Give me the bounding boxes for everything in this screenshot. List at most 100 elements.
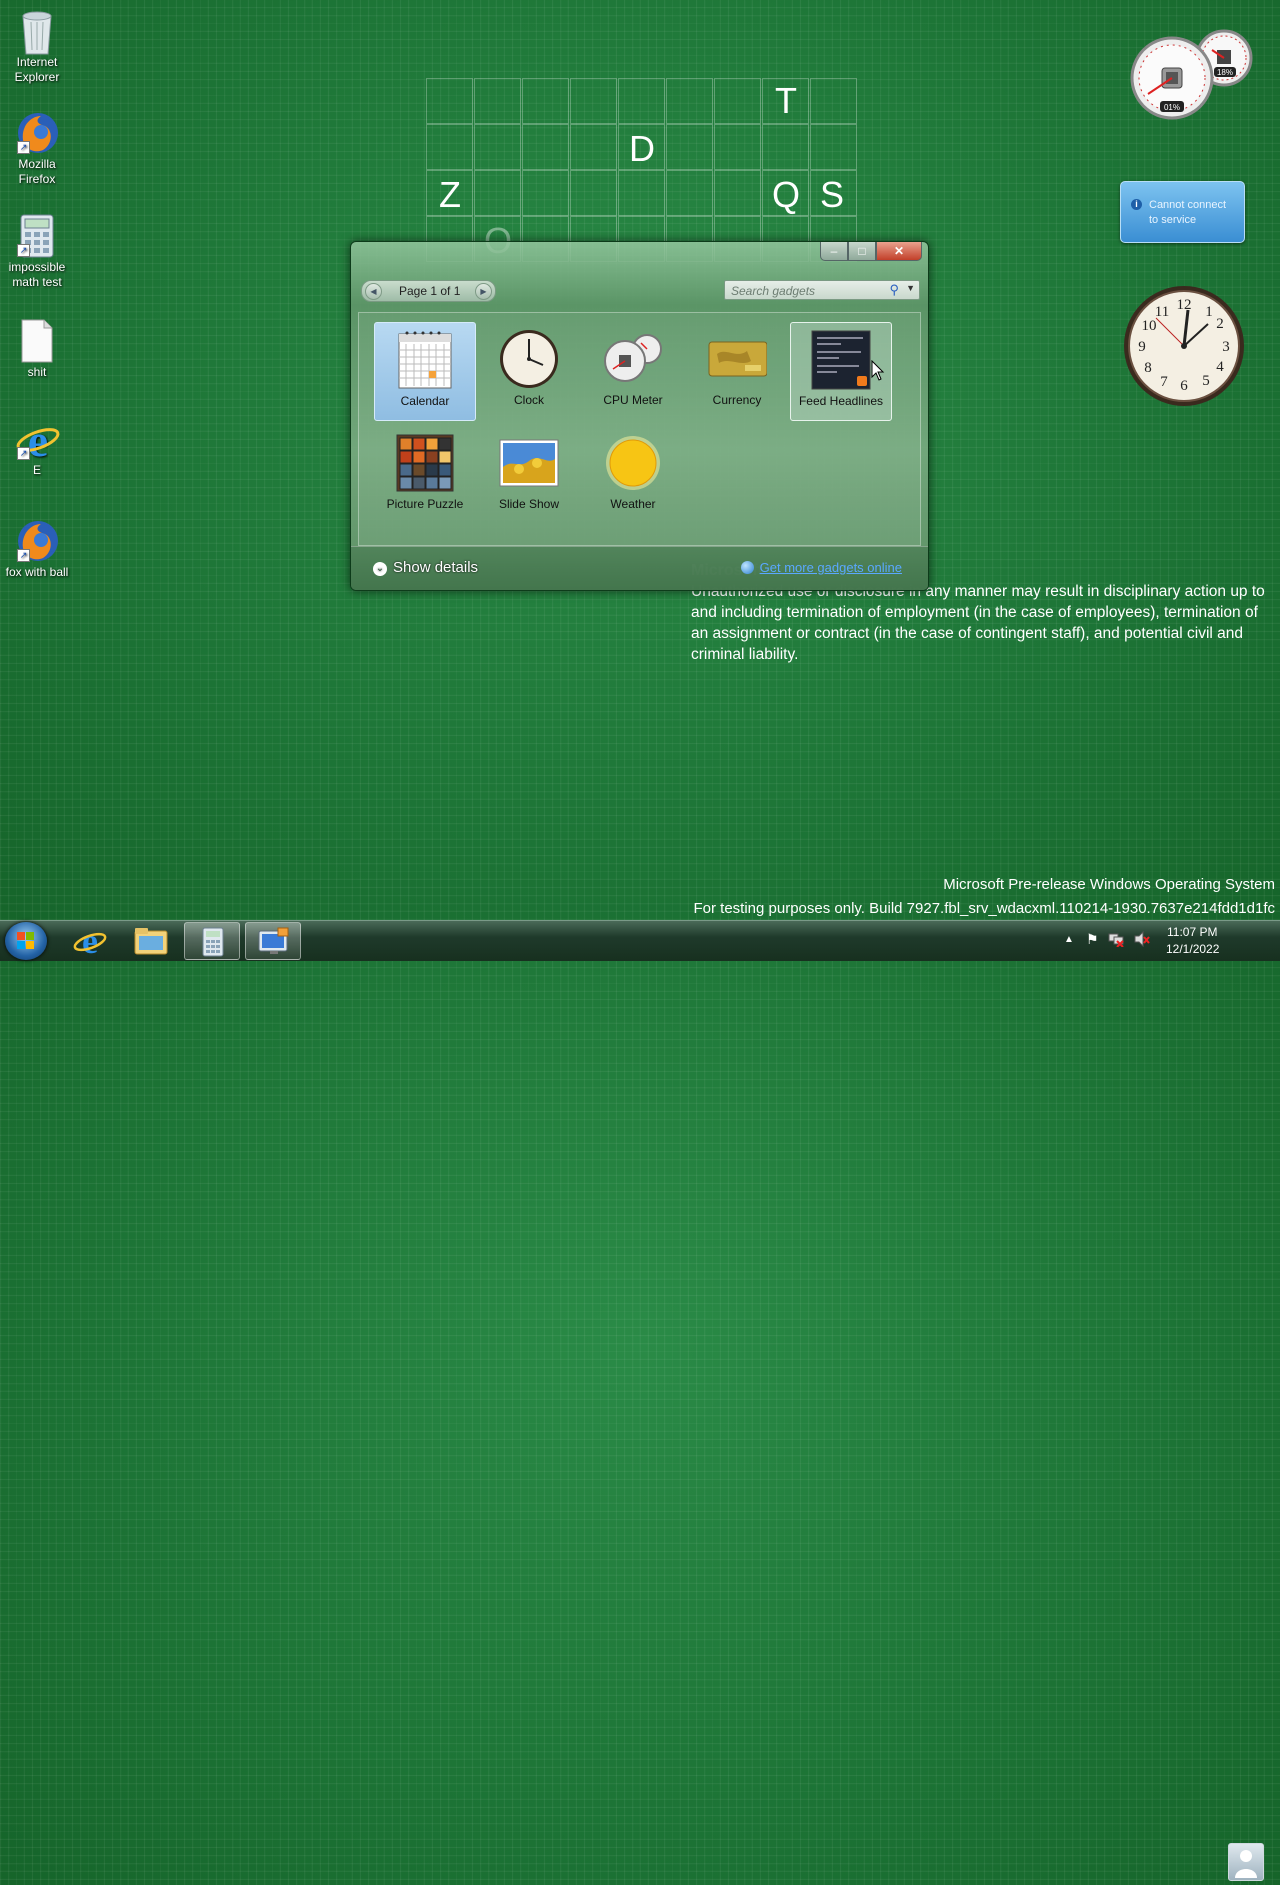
search-placeholder: Search gadgets [731,284,816,298]
gadget-gallery-window[interactable]: – □ ✕ ◀ Page 1 of 1 ▶ Search gadgets ⚲ ▼… [350,241,929,591]
network-icon[interactable] [1108,931,1124,950]
grid-cell [570,170,617,216]
gadget-picture-puzzle[interactable]: Picture Puzzle [374,426,476,525]
calendar-icon [395,330,455,390]
gadget-currency[interactable]: Currency [686,322,788,421]
get-more-gadgets-link[interactable]: Get more gadgets online [740,560,902,575]
grid-cell [666,78,713,124]
desktop-icon-fox-with-ball[interactable]: ↗ fox with ball [0,514,74,580]
previous-page-button[interactable]: ◀ [365,283,382,300]
grid-letter: S [819,174,844,215]
grid-letter: Z [439,174,461,215]
grid-letter: Q [771,174,800,215]
cpu-meter-icon [603,329,663,389]
grid-cell [810,124,857,170]
svg-text:2: 2 [1216,316,1224,332]
svg-text:10: 10 [1142,318,1157,334]
grid-cell [570,124,617,170]
user-tile[interactable] [1228,1843,1264,1881]
gadget-label: Feed Headlines [798,394,884,408]
desktop-icon-e[interactable]: e ↗ E [0,412,74,478]
feed-headlines-icon [811,330,871,390]
desktop-icon-label: Internet Explorer [14,55,60,84]
gadget-slide-show[interactable]: Slide Show [478,426,580,525]
desktop-icon-label: fox with ball [5,565,69,579]
maximize-button[interactable]: □ [848,242,876,261]
chevron-down-icon[interactable]: ▼ [906,283,915,293]
weather-message-line2: to service [1149,214,1197,226]
svg-text:7: 7 [1160,374,1168,390]
page-navigator: ◀ Page 1 of 1 ▶ [361,280,496,302]
search-icon[interactable]: ⚲ [889,282,899,298]
minimize-button[interactable]: – [820,242,848,261]
gadget-cpu-meter[interactable]: CPU Meter [582,322,684,421]
taskbar-gadget-gallery[interactable] [245,922,301,960]
weather-message-line1: Cannot connect [1149,199,1227,211]
grid-cell [522,170,569,216]
show-hidden-icons-chevron-icon[interactable]: ▲ [1064,934,1074,945]
gadget-calendar[interactable]: Calendar [374,322,476,421]
taskbar-calculator[interactable] [184,922,240,960]
wallpaper-letter-grid: T D Z Q S O [426,78,858,268]
firefox-icon: ↗ [15,110,59,154]
svg-text:4: 4 [1216,359,1224,375]
gadget-label: Clock [513,393,544,407]
taskbar-date[interactable]: 12/1/2022 [1166,942,1219,956]
grid-cell [666,170,713,216]
gadget-label: Weather [610,497,656,511]
weather-gadget[interactable]: i Cannot connect to service [1120,181,1245,243]
internet-explorer-icon: e ↗ [15,415,60,466]
page-label: Page 1 of 1 [399,284,461,298]
cpu-meter-gadget[interactable]: 01% 18% [1128,28,1256,124]
recycle-bin-icon [15,8,59,55]
svg-text:11: 11 [1155,304,1169,320]
gadget-label: Picture Puzzle [386,497,464,511]
gadget-weather[interactable]: Weather [582,426,684,525]
grid-cell [618,78,665,124]
firefox-icon: ↗ [15,518,59,562]
desktop-icon-internet-explorer[interactable]: Internet Explorer [0,4,74,85]
weather-sun-icon [603,433,663,493]
svg-text:1: 1 [1205,304,1213,320]
cpu-value: 01% [1164,103,1180,112]
start-button[interactable] [5,922,47,960]
svg-text:8: 8 [1144,360,1152,376]
search-gadgets-input[interactable]: Search gadgets ⚲ ▼ [724,280,920,300]
info-icon: i [1131,199,1142,210]
window-controls: – □ ✕ [820,242,922,262]
desktop-icon-shit[interactable]: shit [0,314,74,380]
gadget-label: CPU Meter [603,393,663,407]
taskbar-time[interactable]: 11:07 PM [1167,925,1217,939]
grid-cell [666,124,713,170]
user-avatar-icon [1235,1850,1257,1878]
next-page-button[interactable]: ▶ [475,283,492,300]
taskbar-windows-explorer[interactable] [123,922,179,960]
desktop-icon-label: Mozilla Firefox [18,157,56,186]
desktop-icon-mozilla-firefox[interactable]: ↗ Mozilla Firefox [0,106,74,187]
show-details-button[interactable]: ⌄ Show details [373,559,478,576]
action-center-flag-icon[interactable]: ⚑ [1086,931,1099,948]
grid-cell [474,124,521,170]
gadget-clock[interactable]: Clock [478,322,580,421]
clock-gadget[interactable]: 12 1 2 345 678 9 10 11 [1122,284,1246,408]
taskbar-internet-explorer[interactable]: e [62,921,118,961]
close-button[interactable]: ✕ [876,242,922,261]
taskbar: e ▲ ⚑ [0,920,1280,1881]
svg-text:6: 6 [1180,378,1188,394]
desktop-icon-label: E [32,463,41,477]
gallery-footer: ⌄ Show details Get more gadgets online [351,546,928,590]
prerelease-watermark: Microsoft Pre-release Windows Operating … [943,876,1275,893]
volume-muted-icon[interactable] [1134,930,1150,950]
desktop-icon-impossible-math-test[interactable]: ↗ impossible math test [0,209,74,290]
gadgets-icon [258,927,289,954]
calculator-icon [202,927,224,957]
grid-cell [618,170,665,216]
clock-icon [499,329,559,389]
svg-text:5: 5 [1202,373,1210,389]
folder-icon [134,928,168,955]
calculator-icon: ↗ [15,213,59,258]
desktop-icon-label: shit [27,365,47,379]
gadget-list: Calendar Clock CPU Meter Currency Feed H… [358,312,921,546]
grid-cell [714,78,761,124]
grid-cell [570,78,617,124]
